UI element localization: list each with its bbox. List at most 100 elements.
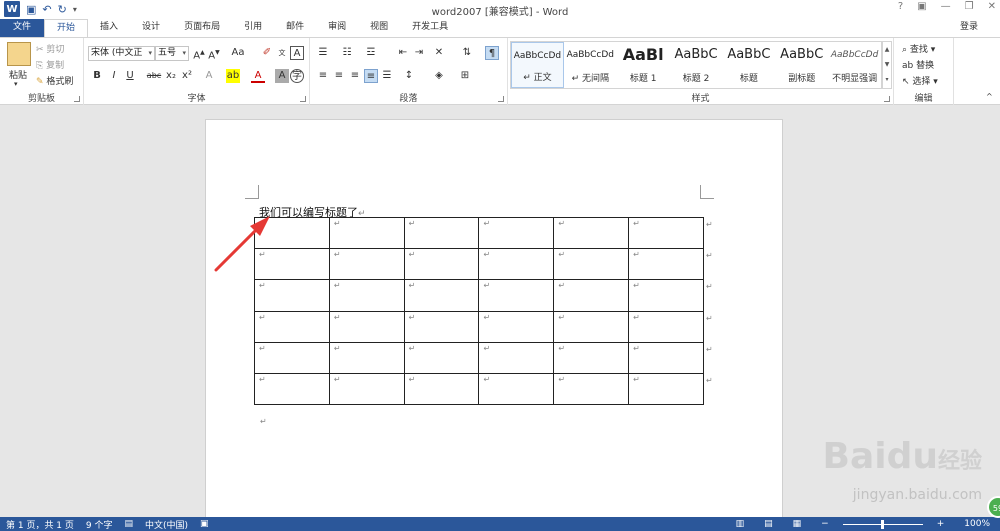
char-shading-icon[interactable]: A — [275, 69, 289, 83]
increase-indent-icon[interactable]: ⇥ — [412, 46, 426, 60]
subscript-button[interactable]: x₂ — [164, 69, 178, 83]
document-table[interactable]: ↵↵↵↵↵↵↵↵↵↵↵↵↵↵↵↵↵↵↵↵↵↵↵↵↵↵↵↵↵↵↵↵↵↵↵↵ — [254, 216, 704, 406]
font-launcher-icon[interactable] — [300, 96, 306, 102]
font-color-icon[interactable]: A — [251, 69, 265, 83]
document-page[interactable]: 我们可以编写标题了↵ ↵ ↵ ↵ ↵ ↵ ↵ ↵ ↵ ↵ ↵ ↵ ↵ ↵ ↵ ↵ ↵ ↵ ↵ ↵ ↵ ↵ ↵ ↵ ↵ ↵ ↵ ↵ ↵ ↵… — [205, 119, 783, 519]
grow-font-icon[interactable]: A▲ — [192, 46, 206, 61]
table-cell[interactable]: ↵ — [328, 216, 405, 250]
numbering-icon[interactable]: ☷ — [340, 46, 354, 60]
shrink-font-icon[interactable]: A▼ — [207, 46, 221, 61]
undo-icon[interactable]: ↶ — [42, 3, 51, 16]
print-layout-icon[interactable]: ▤ — [764, 519, 773, 529]
clear-format-icon[interactable]: ✐ — [260, 46, 274, 60]
char-border-icon[interactable]: A — [290, 46, 304, 60]
format-painter-button[interactable]: ✎ 格式刷 — [36, 74, 73, 87]
distributed-icon[interactable]: ☰ — [380, 69, 394, 83]
table-cell[interactable]: ↵ — [328, 248, 405, 281]
paragraph-launcher-icon[interactable] — [498, 96, 504, 102]
close-icon[interactable]: ✕ — [988, 1, 996, 12]
table-cell[interactable]: ↵ — [254, 341, 330, 374]
minimize-icon[interactable]: — — [941, 1, 951, 12]
table-cell[interactable]: ↵ — [628, 341, 704, 374]
redo-icon[interactable]: ↻ — [58, 3, 67, 16]
tab-insert[interactable]: 插入 — [88, 19, 130, 37]
replace-button[interactable]: ab 替换 — [902, 58, 934, 71]
help-icon[interactable]: ? — [898, 1, 903, 12]
table-cell[interactable]: ↵ — [403, 341, 480, 374]
zoom-slider[interactable] — [842, 519, 923, 529]
tab-file[interactable]: 文件 — [0, 19, 45, 37]
zoom-level[interactable]: 100% — [964, 519, 990, 529]
tab-references[interactable]: 引用 — [232, 19, 274, 37]
table-cell[interactable]: ↵ — [403, 310, 480, 343]
table-cell[interactable]: ↵ — [553, 216, 630, 250]
tab-view[interactable]: 视图 — [358, 19, 400, 37]
strikethrough-button[interactable]: abc — [145, 69, 163, 83]
table-cell[interactable]: ↵ — [254, 279, 330, 312]
restore-icon[interactable]: ❐ — [965, 1, 974, 12]
table-cell[interactable]: ↵ — [403, 279, 480, 312]
style-title[interactable]: AaBbC 标题 — [722, 42, 775, 88]
decrease-indent-icon[interactable]: ⇤ — [396, 46, 410, 60]
text-effects-icon[interactable]: A — [202, 69, 216, 83]
style-subtitle[interactable]: AaBbC 副标题 — [775, 42, 828, 88]
justify-icon[interactable]: ≡ — [364, 69, 378, 83]
zoom-thumb[interactable] — [880, 519, 884, 529]
show-marks-icon[interactable]: ¶ — [485, 46, 499, 60]
font-name-combo[interactable]: 宋体 (中文正 ▾ — [88, 46, 155, 61]
bullets-icon[interactable]: ☰ — [316, 46, 330, 60]
tab-mailings[interactable]: 邮件 — [274, 19, 316, 37]
tab-page-layout[interactable]: 页面布局 — [172, 19, 232, 37]
chinese-layout-icon[interactable]: ✕ — [432, 46, 446, 60]
page-count[interactable]: 第 1 页，共 1 页 — [6, 518, 74, 531]
macro-icon[interactable]: ▣ — [200, 519, 209, 529]
align-right-icon[interactable]: ≡ — [348, 69, 362, 83]
word-app-icon[interactable]: W — [4, 1, 20, 17]
table-cell[interactable]: ↵ — [553, 310, 630, 343]
tab-home[interactable]: 开始 — [44, 19, 89, 37]
table-cell[interactable]: ↵ — [628, 248, 704, 281]
language[interactable]: 中文(中国) — [145, 518, 188, 531]
style-heading-2[interactable]: AaBbC 标题 2 — [670, 42, 723, 88]
table-cell[interactable]: ↵ — [478, 310, 555, 343]
web-layout-icon[interactable]: ▦ — [793, 519, 802, 529]
paste-icon[interactable] — [7, 42, 31, 66]
style-no-spacing[interactable]: AaBbCcDd ↵ 无间隔 — [564, 42, 617, 88]
sort-icon[interactable]: ⇅ — [460, 46, 474, 60]
table-cell[interactable]: ↵ — [628, 372, 704, 406]
font-size-combo[interactable]: 五号 ▾ — [155, 46, 189, 61]
font-size-dropdown-icon[interactable]: ▾ — [182, 47, 186, 60]
customize-qat-icon[interactable]: ▾ — [73, 5, 77, 14]
style-normal[interactable]: AaBbCcDd ↵ 正文 — [511, 42, 564, 88]
login-link[interactable]: 登录 — [952, 19, 1000, 37]
copy-button[interactable]: ⎘ 复制 — [36, 58, 64, 71]
styles-launcher-icon[interactable] — [884, 96, 890, 102]
table-cell[interactable]: ↵ — [403, 216, 480, 250]
scroll-down-icon[interactable]: ▼ — [883, 57, 891, 72]
align-left-icon[interactable]: ≡ — [316, 69, 330, 83]
select-button[interactable]: ↖ 选择 ▾ — [902, 74, 938, 87]
word-count[interactable]: 9 个字 — [86, 518, 113, 531]
tab-design[interactable]: 设计 — [130, 19, 172, 37]
table-cell[interactable]: ↵ — [328, 341, 405, 374]
bold-button[interactable]: B — [90, 69, 104, 83]
table-cell[interactable]: ↵ — [478, 341, 555, 374]
style-subtle-emphasis[interactable]: AaBbCcDd 不明显强调 — [828, 42, 881, 88]
table-cell[interactable]: ↵ — [553, 248, 630, 281]
table-cell[interactable]: ↵ — [478, 279, 555, 312]
change-case-button[interactable]: Aa — [228, 46, 248, 60]
table-cell[interactable]: ↵ — [478, 216, 555, 250]
scroll-up-icon[interactable]: ▲ — [883, 42, 891, 57]
paste-dropdown-icon[interactable]: ▾ — [14, 80, 18, 88]
highlight-icon[interactable]: ab — [226, 69, 240, 83]
font-name-dropdown-icon[interactable]: ▾ — [148, 47, 152, 60]
table-cell[interactable]: ↵ — [628, 310, 704, 343]
shading-icon[interactable]: ◈ — [432, 69, 446, 83]
table-cell[interactable]: ↵ — [553, 372, 630, 406]
multilevel-list-icon[interactable]: ☲ — [364, 46, 378, 60]
phonetic-guide-icon[interactable]: 文 — [275, 46, 289, 60]
enclosed-char-icon[interactable]: 字 — [290, 69, 304, 83]
table-cell[interactable]: ↵ — [254, 372, 330, 406]
read-mode-icon[interactable]: ▥ — [736, 519, 745, 529]
table-cell[interactable]: ↵ — [478, 248, 555, 281]
